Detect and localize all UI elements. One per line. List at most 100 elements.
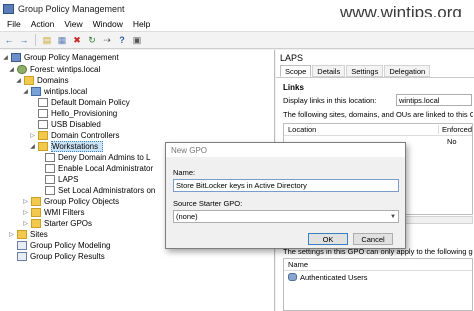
tree-item-group-policy-results[interactable]: Group Policy Results [15, 251, 105, 262]
tree-item-wmi-filters[interactable]: ▷ WMI Filters [22, 207, 84, 218]
tree-item-label: LAPS [58, 175, 79, 184]
column-enforced[interactable]: Enforced [439, 125, 472, 134]
tree-item-label: wintips.local [44, 87, 88, 96]
expand-arrow-icon[interactable]: ▷ [22, 220, 29, 227]
forward-arrow-icon[interactable]: → [18, 34, 30, 46]
tab-scope[interactable]: Scope [280, 65, 312, 77]
ok-button[interactable]: OK [308, 233, 348, 245]
cancel-button[interactable]: Cancel [353, 233, 393, 245]
security-filtering-table: Name Authenticated Users [283, 258, 473, 311]
modeling-icon [17, 241, 27, 250]
tree-item-label: Group Policy Objects [44, 197, 120, 206]
refresh-icon[interactable]: ↻ [86, 34, 98, 46]
toolbar: ← → ▤ ▦ ✖ ↻ ⇢ ? ▣ [0, 31, 474, 49]
gpo-link-icon [38, 98, 48, 107]
delete-icon[interactable]: ✖ [71, 34, 83, 46]
expand-arrow-icon[interactable]: ▷ [29, 132, 36, 139]
starter-gpo-value: (none) [176, 212, 198, 221]
tree-item-label: Domain Controllers [51, 131, 120, 140]
tree-item-default-domain-policy[interactable]: Default Domain Policy [36, 97, 130, 108]
management-icon [11, 53, 21, 62]
chevron-down-icon: ▼ [390, 213, 396, 220]
tree-item-set-local-administrators[interactable]: Set Local Administrators on [43, 185, 155, 196]
expand-arrow-icon[interactable]: ▷ [22, 198, 29, 205]
folder-icon [24, 76, 34, 85]
collapse-arrow-icon[interactable]: ◢ [8, 66, 15, 73]
tab-details[interactable]: Details [312, 65, 346, 77]
menu-window[interactable]: Window [88, 19, 128, 29]
menu-file[interactable]: File [2, 19, 26, 29]
tree-item-group-policy-modeling[interactable]: Group Policy Modeling [15, 240, 110, 251]
tree-item-laps[interactable]: LAPS [43, 174, 78, 185]
users-group-icon [288, 273, 297, 281]
tree-item-label: Enable Local Administrator [58, 164, 154, 173]
tree-item-label: Set Local Administrators on [58, 186, 156, 195]
tree-item-starter-gpos[interactable]: ▷ Starter GPOs [22, 218, 92, 229]
forest-icon [17, 65, 27, 74]
menu-action[interactable]: Action [26, 19, 60, 29]
tab-settings[interactable]: Settings [346, 65, 384, 77]
collapse-arrow-icon[interactable]: ◢ [15, 77, 22, 84]
tree-item-label: WMI Filters [44, 208, 85, 217]
tree-item-domain-wintips-local[interactable]: ◢ wintips.local [22, 86, 87, 97]
starter-gpo-select[interactable]: (none) ▼ [173, 210, 399, 223]
folder-icon [31, 197, 41, 206]
display-links-select[interactable]: wintips.local [396, 94, 472, 106]
folder-up-icon[interactable]: ▤ [41, 34, 53, 46]
window-title: Group Policy Management [18, 3, 125, 14]
tab-delegation[interactable]: Delegation [384, 65, 431, 77]
menu-bar: File Action View Window Help [0, 17, 474, 31]
expand-arrow-icon[interactable]: ▷ [22, 209, 29, 216]
tree-item-group-policy-management[interactable]: ◢ Group Policy Management [2, 52, 119, 63]
tree-item-label: Group Policy Results [30, 252, 105, 261]
folder-icon [38, 142, 48, 151]
folder-icon [17, 230, 27, 239]
new-gpo-dialog: New GPO Name: Store BitLocker keys in Ac… [165, 142, 406, 249]
gpo-link-icon [45, 186, 55, 195]
domain-icon [31, 87, 41, 96]
gpo-link-icon [45, 164, 55, 173]
tree-item-usb-disabled[interactable]: USB Disabled [36, 119, 101, 130]
help-icon[interactable]: ? [116, 34, 128, 46]
tree-item-hello-provisioning[interactable]: Hello_Provisioning [36, 108, 117, 119]
export-icon[interactable]: ⇢ [101, 34, 113, 46]
tree-item-workstations[interactable]: ◢ Workstations [29, 141, 104, 152]
collapse-arrow-icon[interactable]: ◢ [2, 54, 9, 61]
tree-item-domains[interactable]: ◢ Domains [15, 75, 69, 86]
tree-item-label: USB Disabled [51, 120, 101, 129]
menu-view[interactable]: View [59, 19, 87, 29]
menu-help[interactable]: Help [128, 19, 155, 29]
folder-icon [38, 131, 48, 140]
column-location[interactable]: Location [284, 125, 439, 134]
tree-item-group-policy-objects[interactable]: ▷ Group Policy Objects [22, 196, 119, 207]
starter-gpo-label: Source Starter GPO: [173, 199, 243, 208]
folder-icon [31, 208, 41, 217]
collapse-arrow-icon[interactable]: ◢ [29, 143, 36, 150]
results-icon [17, 252, 27, 261]
collapse-arrow-icon[interactable]: ◢ [22, 88, 29, 95]
gpo-name-input[interactable]: Store BitLocker keys in Active Directory [173, 179, 399, 192]
tree-item-deny-domain-admins[interactable]: Deny Domain Admins to L [43, 152, 151, 163]
gpo-title: LAPS [280, 53, 304, 63]
expand-arrow-icon[interactable]: ▷ [8, 231, 15, 238]
tree-item-enable-local-administrator[interactable]: Enable Local Administrator [43, 163, 153, 174]
tree-item-label: Starter GPOs [44, 219, 93, 228]
column-name[interactable]: Name [284, 259, 472, 271]
gpo-link-icon [38, 109, 48, 118]
tree-item-sites[interactable]: ▷ Sites [8, 229, 48, 240]
dialog-titlebar: New GPO [166, 143, 405, 157]
back-arrow-icon[interactable]: ← [3, 34, 15, 46]
toolbar-separator [35, 34, 36, 46]
properties-icon[interactable]: ▣ [131, 34, 143, 46]
tree-item-domain-controllers[interactable]: ▷ Domain Controllers [29, 130, 119, 141]
tree-item-label: Group Policy Management [24, 53, 119, 62]
app-icon [3, 3, 14, 14]
tree-item-label: Hello_Provisioning [51, 109, 118, 118]
tree-item-label: Workstations [51, 141, 104, 152]
links-heading: Links [283, 83, 304, 92]
gpo-link-icon [45, 175, 55, 184]
table-row[interactable]: Authenticated Users [284, 271, 472, 283]
linked-locations-text: The following sites, domains, and OUs ar… [283, 110, 473, 119]
tree-item-forest[interactable]: ◢ Forest: wintips.local [8, 64, 100, 75]
show-hide-tree-icon[interactable]: ▦ [56, 34, 68, 46]
